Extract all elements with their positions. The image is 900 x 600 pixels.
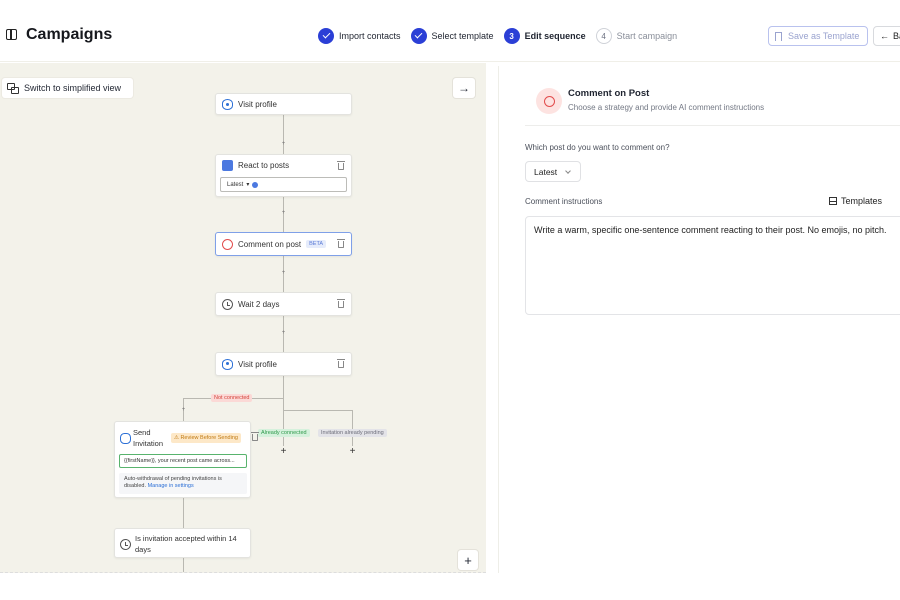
chevron-down-icon: ▾ [246, 182, 250, 188]
simplified-view-label: Switch to simplified view [24, 83, 122, 93]
node-label: Comment on post [238, 239, 302, 249]
node-label: Is invitation accepted within 14 days [135, 534, 237, 555]
templates-label: Templates [841, 196, 883, 206]
user-plus-icon [120, 433, 131, 444]
add-step-button[interactable]: + [180, 407, 187, 414]
node-wait[interactable]: Wait 2 days [215, 292, 352, 316]
step-number: 3 [503, 28, 520, 44]
plus-icon: + [464, 552, 472, 568]
chevron-down-icon [565, 167, 571, 174]
connector-line [352, 410, 353, 446]
page-title: Campaigns [26, 26, 113, 43]
comment-icon [222, 238, 233, 250]
add-branch-step-button[interactable]: + [347, 446, 358, 457]
node-visit-profile[interactable]: Visit profile [215, 352, 352, 376]
review-before-sending-badge: ⚠ Review Before Sending [171, 433, 241, 443]
sidebar-toggle-icon[interactable] [6, 29, 17, 40]
save-as-template-button[interactable]: Save as Template [768, 26, 868, 46]
node-label: React to posts [238, 161, 290, 170]
step-select-template[interactable]: Select template [410, 28, 494, 44]
top-bar: Campaigns Import contacts Select templat… [0, 0, 900, 62]
collapse-panel-button[interactable]: → [453, 78, 475, 98]
panel-subtitle: Choose a strategy and provide AI comment… [568, 103, 765, 112]
node-label: Visit profile [238, 100, 277, 109]
select-value: Latest [227, 181, 244, 188]
trash-icon[interactable] [337, 299, 345, 308]
thumbs-up-icon [222, 160, 233, 171]
node-invitation-accepted[interactable]: Is invitation accepted within 14 days [114, 528, 251, 558]
add-branch-step-button[interactable]: + [278, 446, 289, 457]
like-reaction-icon [252, 181, 259, 188]
branch-tag-already-connected: Already connected [258, 429, 310, 437]
panel-title: Comment on Post [568, 88, 650, 99]
back-label: Ba [893, 31, 900, 41]
check-icon [318, 28, 334, 44]
arrow-left-icon: ← [880, 31, 889, 41]
bookmark-icon [775, 31, 782, 41]
switch-view-icon [7, 82, 19, 94]
check-icon [410, 28, 427, 44]
step-import-contacts[interactable]: Import contacts [318, 28, 401, 44]
node-comment-on-post[interactable]: Comment on post BETA [215, 232, 352, 256]
stepper: Import contacts Select template 3 Edit s… [318, 27, 687, 45]
instructions-label: Comment instructions [525, 197, 603, 206]
react-post-select[interactable]: Latest ▾ [220, 177, 347, 192]
node-visit-profile[interactable]: Visit profile [215, 93, 352, 115]
arrow-right-icon: → [458, 81, 470, 95]
template-icon [829, 197, 837, 205]
add-step-button[interactable]: + [280, 210, 287, 217]
node-react-to-posts[interactable]: React to posts Latest ▾ [215, 154, 352, 197]
beta-badge: BETA [306, 240, 327, 248]
node-send-invitation[interactable]: Send Invitation ⚠ Review Before Sending … [114, 421, 259, 498]
connector-line [283, 410, 353, 411]
branch-tag-not-connected: Not connected [211, 394, 253, 402]
step-start-campaign[interactable]: 4 Start campaign [595, 28, 678, 44]
switch-simplified-view-button[interactable]: Switch to simplified view [2, 78, 133, 98]
step-label: Import contacts [339, 31, 401, 41]
connector-line [183, 498, 184, 528]
canvas-border [0, 572, 486, 573]
save-template-label: Save as Template [788, 31, 860, 41]
step-label: Select template [431, 31, 494, 41]
trash-icon[interactable] [337, 239, 345, 248]
step-number: 4 [595, 28, 612, 44]
manage-settings-link[interactable]: Manage in settings [148, 483, 194, 489]
post-question-label: Which post do you want to comment on? [525, 143, 670, 152]
node-label: Send Invitation [133, 428, 164, 449]
trash-icon[interactable] [337, 161, 345, 170]
branch-tag-invitation-pending: Invitation already pending [318, 429, 387, 437]
step-edit-sequence[interactable]: 3 Edit sequence [503, 28, 586, 44]
step-settings-panel: Comment on Post Choose a strategy and pr… [498, 66, 900, 573]
add-step-button[interactable]: + [280, 330, 287, 337]
node-label: Visit profile [238, 359, 277, 369]
clock-icon [222, 298, 233, 310]
auto-withdraw-note: Auto-withdrawal of pending invitations i… [119, 473, 247, 494]
trash-icon[interactable] [337, 359, 345, 368]
connector-line [283, 115, 284, 154]
clock-icon [120, 539, 131, 550]
step-label: Start campaign [616, 31, 678, 41]
step-label: Edit sequence [524, 31, 586, 41]
connector-line [183, 558, 184, 572]
comment-icon [536, 88, 562, 114]
eye-icon [222, 358, 233, 370]
post-select[interactable]: Latest [525, 161, 581, 182]
zoom-in-button[interactable]: + [458, 550, 478, 570]
add-step-button[interactable]: + [280, 141, 287, 148]
node-label: Wait 2 days [238, 299, 280, 309]
templates-button[interactable]: Templates [829, 196, 882, 206]
invitation-message-input[interactable]: {{firstName}}, your recent post came acr… [119, 454, 247, 468]
comment-instructions-textarea[interactable]: Write a warm, specific one-sentence comm… [525, 216, 900, 315]
add-step-button[interactable]: + [280, 270, 287, 277]
post-select-value: Latest [534, 166, 558, 177]
back-button[interactable]: ← Ba [873, 26, 900, 46]
divider [525, 125, 900, 126]
eye-icon [222, 99, 233, 110]
trash-icon[interactable] [251, 432, 259, 441]
